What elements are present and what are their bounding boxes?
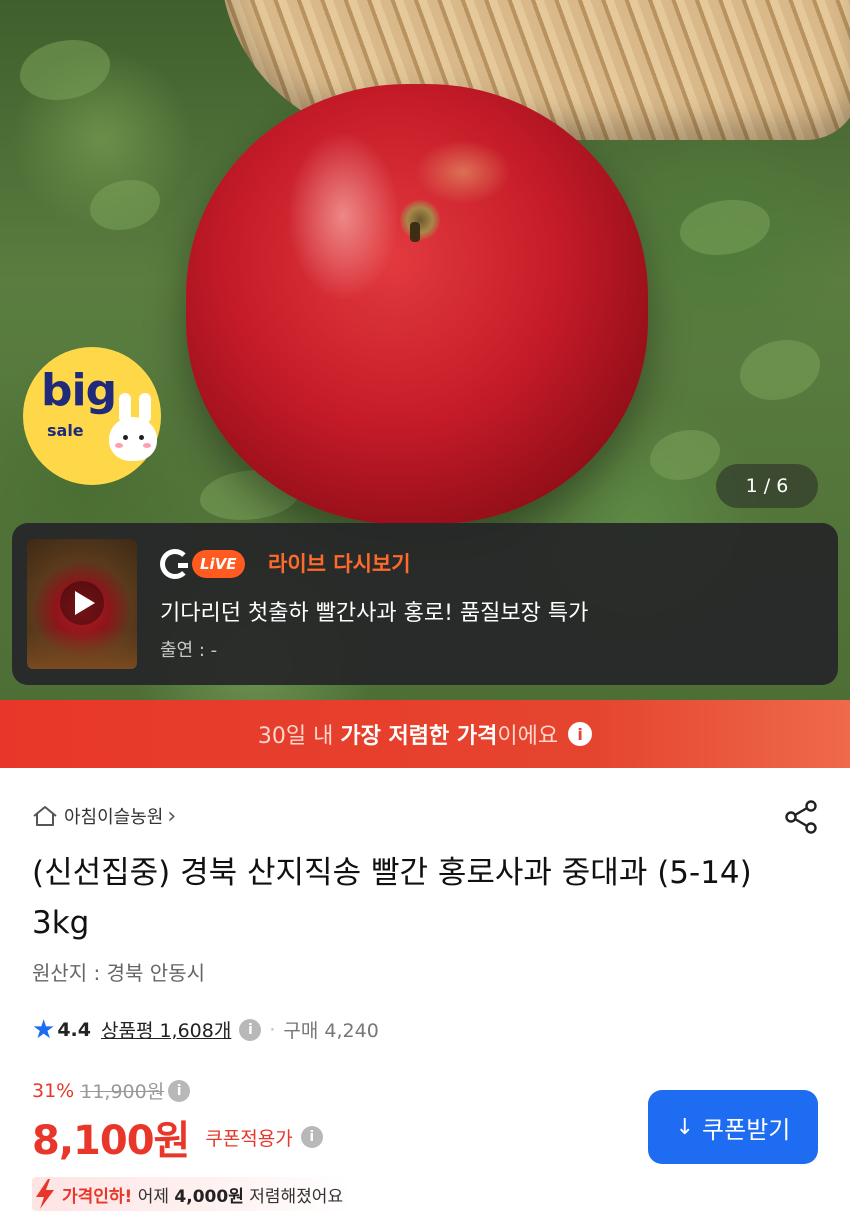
price-drop-amount: 4,000원 xyxy=(174,1186,244,1207)
coupon-button-label: 쿠폰받기 xyxy=(702,1115,791,1144)
leaf-decoration xyxy=(680,200,770,255)
rating-row: ★ 4.4 상품평 1,608개 i · 구매 4,240 xyxy=(32,1016,379,1043)
star-icon: ★ xyxy=(32,1014,56,1045)
live-title[interactable]: 기다리던 첫출하 빨간사과 홍로! 품질보장 특가 xyxy=(160,595,588,627)
glive-logo: LiVE xyxy=(160,548,245,580)
g-logo-icon xyxy=(160,549,190,579)
info-icon[interactable]: i xyxy=(568,722,593,746)
image-counter: 1 / 6 xyxy=(716,464,818,508)
get-coupon-button[interactable]: ↓ 쿠폰받기 xyxy=(648,1090,818,1164)
bunny-eye xyxy=(139,435,144,440)
bunny-cheek xyxy=(143,443,151,448)
leaf-decoration xyxy=(650,430,720,480)
banner-highlight: 가장 저렴한 가격 xyxy=(340,724,498,749)
info-icon[interactable]: i xyxy=(239,1018,262,1041)
big-sale-badge: big sale xyxy=(23,347,161,485)
thumbnail-leaves xyxy=(27,629,137,669)
seller-name: 아침이슬농원 xyxy=(64,807,164,828)
price-drop-highlight: 가격인하! xyxy=(62,1186,133,1207)
price-drop-suffix: 저렴해졌어요 xyxy=(243,1186,344,1207)
product-origin: 원산지 : 경북 안동시 xyxy=(32,961,206,985)
bunny-cheek xyxy=(115,443,123,448)
sale-price: 8,100원 xyxy=(32,1118,190,1164)
big-sale-big-text: big xyxy=(41,365,117,416)
purchase-count: 구매 4,240 xyxy=(283,1020,379,1042)
play-icon[interactable] xyxy=(60,581,104,625)
price-drop-notice: 가격인하! 어제 4,000원 저렴해졌어요 xyxy=(32,1177,352,1211)
big-sale-sale-text: sale xyxy=(47,421,84,440)
home-icon xyxy=(32,805,58,827)
discount-rate: 31% xyxy=(32,1079,75,1102)
original-price: 11,900원 xyxy=(80,1081,165,1103)
product-title: (신선집중) 경북 산지직송 빨간 홍로사과 중대과 (5-14) 3kg xyxy=(32,855,752,941)
coupon-applied-label: 쿠폰적용가 xyxy=(205,1127,293,1150)
banner-suffix: 이에요 xyxy=(497,724,559,749)
apple-image xyxy=(186,84,648,524)
separator-dot: · xyxy=(269,1018,276,1041)
download-icon: ↓ xyxy=(675,1114,695,1140)
lowest-price-banner[interactable]: 30일 내 가장 저렴한 가격 이에요 i xyxy=(0,700,850,768)
info-icon[interactable]: i xyxy=(168,1079,191,1102)
info-icon[interactable]: i xyxy=(300,1126,323,1148)
price-row: 8,100원 쿠폰적용가 i xyxy=(32,1108,323,1166)
lightning-icon xyxy=(32,1177,58,1211)
rating-value: 4.4 xyxy=(57,1018,91,1041)
review-count-link[interactable]: 상품평 1,608개 xyxy=(101,1016,231,1043)
leaf-decoration xyxy=(740,340,820,400)
leaf-decoration xyxy=(20,40,110,100)
apple-stem xyxy=(410,222,420,242)
banner-prefix: 30일 내 xyxy=(257,724,341,749)
live-thumbnail[interactable] xyxy=(27,539,137,669)
seller-link[interactable]: 아침이슬농원 › xyxy=(32,803,176,829)
apple-stem-area xyxy=(400,200,440,240)
live-host: 출연 : - xyxy=(160,640,218,661)
price-drop-prefix: 어제 xyxy=(132,1186,175,1207)
share-icon[interactable] xyxy=(782,798,820,836)
bunny-eye xyxy=(123,435,128,440)
chevron-right-icon: › xyxy=(167,803,177,829)
discount-row: 31% 11,900원 i xyxy=(32,1077,191,1104)
bunny-icon xyxy=(109,417,157,461)
leaf-decoration xyxy=(90,180,160,230)
live-replay-label[interactable]: 라이브 다시보기 xyxy=(268,548,411,578)
live-pill: LiVE xyxy=(192,550,245,578)
